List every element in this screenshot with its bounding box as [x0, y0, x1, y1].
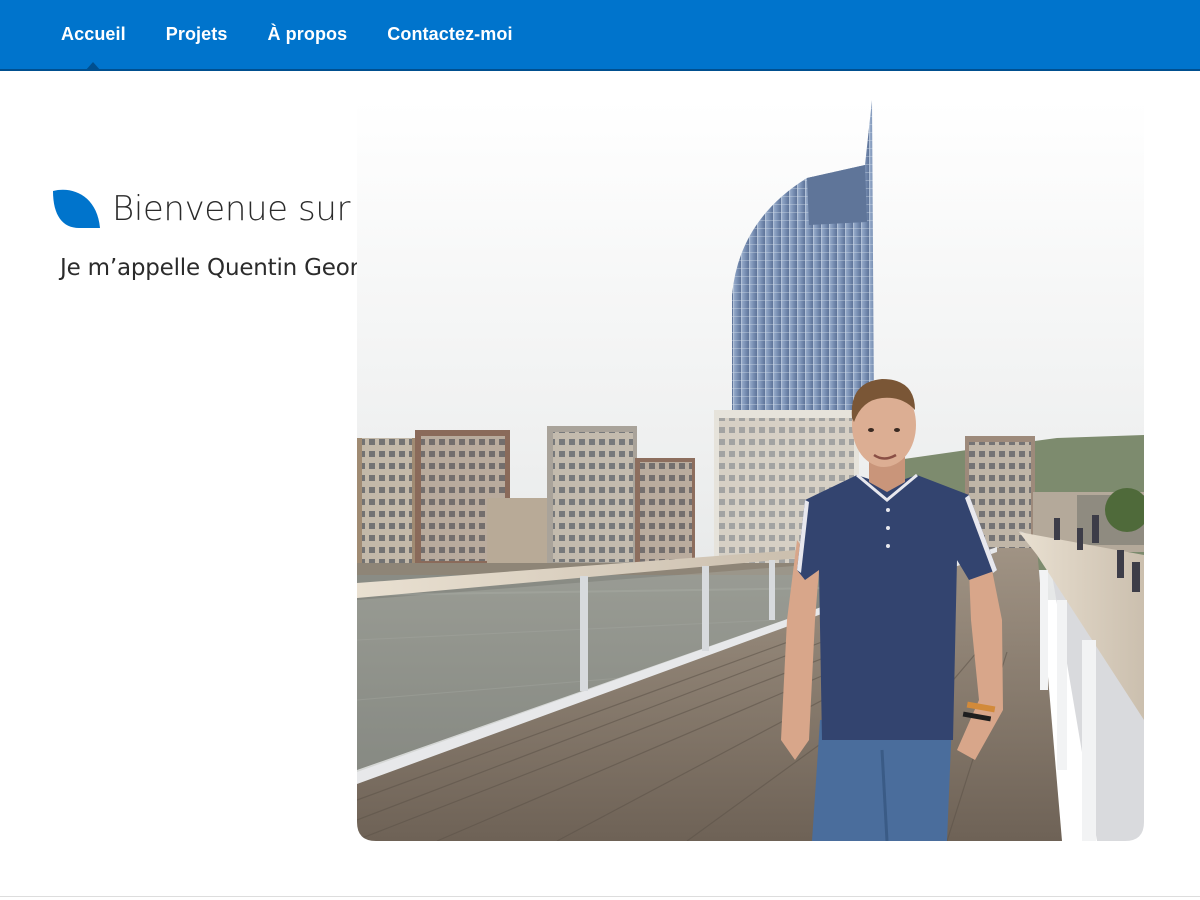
nav-menu: Accueil Projets À propos Contactez-moi [61, 0, 513, 71]
page-divider [0, 896, 1200, 897]
nav-item-accueil[interactable]: Accueil [61, 24, 126, 71]
main-navbar: Accueil Projets À propos Contactez-moi [0, 0, 1200, 71]
leaf-icon [53, 189, 100, 228]
nav-item-a-propos[interactable]: À propos [267, 24, 347, 45]
nav-item-projets[interactable]: Projets [166, 24, 228, 45]
nav-item-contact[interactable]: Contactez-moi [387, 24, 512, 45]
hero-photo [357, 100, 1144, 841]
